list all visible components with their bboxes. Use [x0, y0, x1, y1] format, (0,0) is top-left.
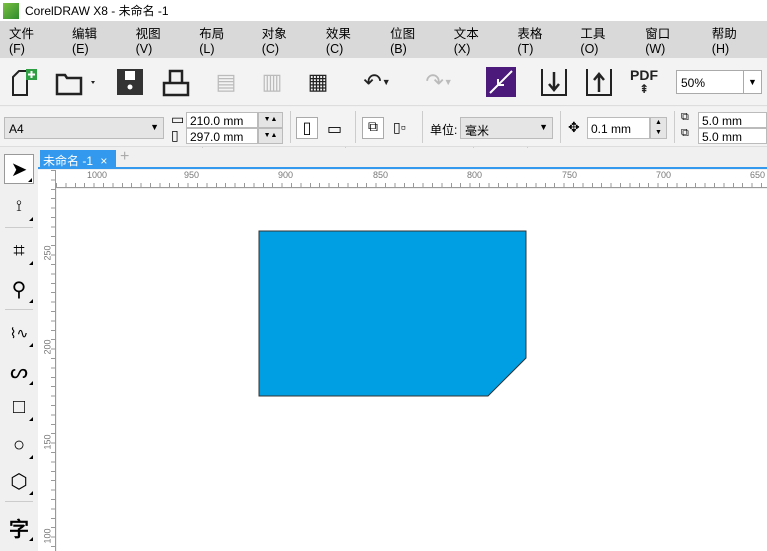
pointer-icon: ➤	[10, 158, 28, 181]
menu-help[interactable]: 帮助(H)	[703, 23, 748, 56]
undo-icon[interactable]: ↶ ▼	[352, 66, 402, 98]
page-width-spinner[interactable]: ▼▲	[258, 112, 283, 128]
page-width-icon: ▭	[171, 111, 185, 127]
landscape-icon[interactable]: ▭	[327, 119, 342, 139]
portrait-icon[interactable]: ▯	[296, 117, 318, 139]
shape-tool[interactable]: ⟟	[4, 192, 34, 222]
menu-bitmaps[interactable]: 位图(B)	[381, 23, 426, 56]
duplicate-x-icon: ⧉	[681, 111, 689, 123]
copy-icon: ▥	[261, 69, 283, 94]
page-height-input[interactable]: 297.0 mm	[186, 128, 258, 144]
text-tool[interactable]: 字	[4, 512, 34, 542]
property-bar: A4 ▼ ▭ ▯ 210.0 mm 297.0 mm ▼▲ ▼▲ ▯ ▭ ⧉ ▯▫…	[0, 107, 767, 147]
vertical-ruler[interactable]: 250 200 150 100	[38, 170, 56, 551]
publish-pdf-button[interactable]: PDF ⇞	[626, 66, 662, 98]
cut-icon: ▤	[215, 69, 237, 94]
tab-untitled-1[interactable]: 未命名 -1 ×	[40, 150, 116, 169]
page-size-value: A4	[9, 122, 24, 136]
chevron-down-icon: ▼	[539, 122, 548, 132]
text-tool-icon: 字	[9, 518, 29, 541]
new-document-icon[interactable]	[8, 66, 40, 98]
ruler-label: 750	[562, 170, 578, 180]
duplicate-y-icon: ⧉	[681, 127, 689, 139]
unit-label: 单位:	[430, 123, 458, 137]
export-icon[interactable]	[583, 66, 615, 98]
save-icon[interactable]	[114, 66, 146, 98]
paste-icon[interactable]: ▦	[302, 66, 334, 98]
coreldraw-logo-icon	[3, 2, 19, 19]
ellipse-icon: ○	[12, 433, 26, 456]
menu-bar: 文件(F) 编辑(E) 视图(V) 布局(L) 对象(C) 效果(C) 位图(B…	[0, 21, 767, 58]
window-title: CorelDRAW X8 - 未命名 -1	[25, 4, 169, 18]
hexagon-icon: ⬡	[10, 470, 28, 493]
menu-file[interactable]: 文件(F)	[0, 23, 44, 56]
ellipse-tool[interactable]: ○	[4, 430, 34, 460]
ruler-label: 650	[750, 170, 766, 180]
ruler-label: 1000	[87, 170, 108, 180]
duplicate-x-input[interactable]: 5.0 mm	[698, 112, 767, 128]
ruler-label: 800	[467, 170, 483, 180]
nudge-distance-input[interactable]: 0.1 mm	[587, 117, 650, 139]
pick-tool[interactable]: ➤	[4, 154, 34, 184]
menu-view[interactable]: 视图(V)	[127, 23, 172, 56]
ruler-label: 850	[373, 170, 389, 180]
tab-label: 未命名 -1	[43, 154, 94, 168]
units-value: 毫米	[465, 124, 490, 138]
duplicate-y-input[interactable]: 5.0 mm	[698, 128, 767, 144]
open-icon[interactable]	[52, 66, 98, 98]
polygon-tool[interactable]: ⬡	[4, 466, 34, 496]
standard-toolbar: ▤ ▥ ▦ ↶ ▼ ↷ ▼ PDF ⇞	[0, 58, 767, 158]
chevron-down-icon: ▼	[150, 122, 159, 132]
nudge-distance-icon: ✥	[568, 119, 580, 135]
ruler-label: 950	[184, 170, 200, 180]
pdf-label: PDF	[630, 67, 658, 83]
magnifier-icon: ⚲	[11, 278, 27, 301]
artistic-media-tool[interactable]: ᔕ	[4, 356, 34, 386]
page-height-spinner[interactable]: ▼▲	[258, 128, 283, 144]
artistic-media-icon: ᔕ	[10, 360, 28, 383]
rectangle-icon: □	[12, 395, 26, 418]
title-bar: CorelDRAW X8 - 未命名 -1	[0, 0, 767, 21]
import-icon[interactable]	[538, 66, 570, 98]
units-select[interactable]: 毫米 ▼	[460, 117, 553, 139]
crop-icon: ⌗	[13, 239, 25, 262]
toolbox: ➤ ⟟ ⌗ ⚲ ⌇∿ ᔕ □ ○ ⬡ 字	[0, 148, 38, 551]
add-tab-icon[interactable]: +	[120, 148, 129, 166]
menu-layout[interactable]: 布局(L)	[190, 23, 233, 56]
zoom-level-select[interactable]: 50% ▼	[676, 70, 762, 94]
menu-table[interactable]: 表格(T)	[508, 23, 552, 56]
all-pages-icon[interactable]: ⧉	[362, 117, 384, 139]
ruler-label: 900	[278, 170, 294, 180]
close-tab-icon[interactable]: ×	[100, 154, 107, 168]
page-height-icon: ▯	[171, 127, 179, 143]
menu-window[interactable]: 窗口(W)	[636, 23, 684, 56]
rectangle-tool[interactable]: □	[4, 392, 34, 422]
freehand-tool[interactable]: ⌇∿	[4, 318, 34, 348]
blue-polygon-shape[interactable]	[258, 230, 527, 397]
menu-object[interactable]: 对象(C)	[253, 23, 298, 56]
drawing-canvas[interactable]	[57, 189, 767, 551]
corel-connect-icon[interactable]	[485, 66, 517, 98]
shape-edit-icon: ⟟	[16, 198, 22, 215]
nudge-spinner[interactable]: ▲ ▼	[650, 117, 667, 139]
horizontal-ruler[interactable]: 1000 950 900 850 800 750 700 650	[56, 170, 767, 188]
crop-tool[interactable]: ⌗	[4, 236, 34, 266]
menu-edit[interactable]: 编辑(E)	[63, 23, 108, 56]
chevron-down-icon[interactable]: ▼	[743, 71, 761, 93]
zoom-level-value: 50%	[681, 76, 706, 90]
page-width-input[interactable]: 210.0 mm	[186, 112, 258, 128]
ruler-label: 700	[656, 170, 672, 180]
zoom-tool[interactable]: ⚲	[4, 274, 34, 304]
menu-effects[interactable]: 效果(C)	[317, 23, 362, 56]
freehand-icon: ⌇∿	[9, 324, 29, 341]
document-tab-bar: 未命名 -1 × +	[38, 148, 767, 169]
pdf-export-icon: ⇞	[638, 82, 650, 96]
current-page-icon[interactable]: ▯▫	[393, 119, 406, 136]
page-size-select[interactable]: A4 ▼	[4, 117, 164, 139]
redo-icon: ↷ ▼	[425, 69, 453, 94]
menu-tools[interactable]: 工具(O)	[571, 23, 617, 56]
menu-text[interactable]: 文本(X)	[445, 23, 490, 56]
print-icon[interactable]	[160, 66, 192, 98]
